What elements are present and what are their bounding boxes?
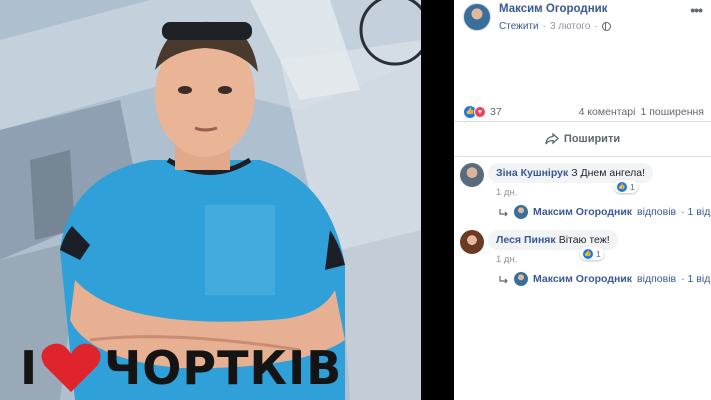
post-meta: Стежити · 3 лютого · [499,21,611,32]
share-button[interactable]: Поширити [454,122,711,157]
comment-reactions[interactable]: 👍 1 [614,180,638,193]
reply-author: Максим Огородник [533,206,633,218]
reply-author: Максим Огородник [533,273,633,285]
post-date[interactable]: 3 лютого [550,21,590,32]
like-reaction-icon: 👍 [583,248,593,259]
reply-avatar-icon [514,272,528,286]
more-dots-icon[interactable]: ••• [690,2,703,18]
post-side-panel: Максим Огородник Стежити · 3 лютого · ••… [454,0,711,400]
share-arrow-icon [545,132,559,145]
comment-text: Вітаю теж! [558,234,610,246]
globe-icon [601,22,611,31]
comment-text: З Днем ангела! [571,167,645,179]
share-label: Поширити [563,133,621,145]
view-replies-link[interactable]: Максим Огородник відповів · 1 відповідь [499,272,711,286]
shares-count[interactable]: 1 поширення [640,106,704,118]
meta-separator: · [542,21,546,32]
author-name[interactable]: Максим Огородник [499,3,607,15]
post-header: Максим Огородник Стежити · 3 лютого · ••… [454,0,711,40]
photo-frame-gap [421,0,454,400]
reactions-count[interactable]: 37 [490,106,502,118]
comment-author[interactable]: Зіна Кушнірук [496,167,568,179]
reply-arrow-icon [499,275,509,284]
caption-town: ЧОРТКІВ [104,341,343,395]
post-photo[interactable]: I ЧОРТКІВ [0,0,421,400]
comment-time[interactable]: 1 дн. [496,187,517,198]
author-avatar[interactable] [463,3,491,31]
like-reaction-icon: 👍 [617,181,627,192]
comment-reaction-count: 1 [596,248,601,259]
reply-avatar-icon [514,205,528,219]
post-counts: 4 коментарі 1 поширення [579,106,704,118]
follow-link[interactable]: Стежити [499,21,539,32]
heart-icon [40,342,102,394]
view-replies-link[interactable]: Максим Огородник відповів · 1 відповідь [499,205,711,219]
reply-count: · 1 відповідь [681,206,711,218]
photo-caption: I ЧОРТКІВ [20,338,342,398]
comment-time[interactable]: 1 дн. [496,254,517,265]
love-reaction-icon[interactable]: ♥ [474,105,486,118]
caption-i: I [20,341,39,395]
comment-reactions[interactable]: 👍 1 [580,247,604,260]
reply-verb: відповів [637,206,677,218]
comment-author[interactable]: Леся Пиняк [496,234,556,246]
reply-arrow-icon [499,208,509,217]
comment-reaction-count: 1 [630,181,635,192]
reply-verb: відповів [637,273,677,285]
meta-separator: · [594,21,598,32]
comments-count[interactable]: 4 коментарі [579,106,636,118]
commenter-avatar[interactable] [460,230,484,254]
commenter-avatar[interactable] [460,163,484,187]
reply-count: · 1 відповідь [681,273,711,285]
reactions-bar: 👍 ♥ 37 4 коментарі 1 поширення [454,102,711,122]
